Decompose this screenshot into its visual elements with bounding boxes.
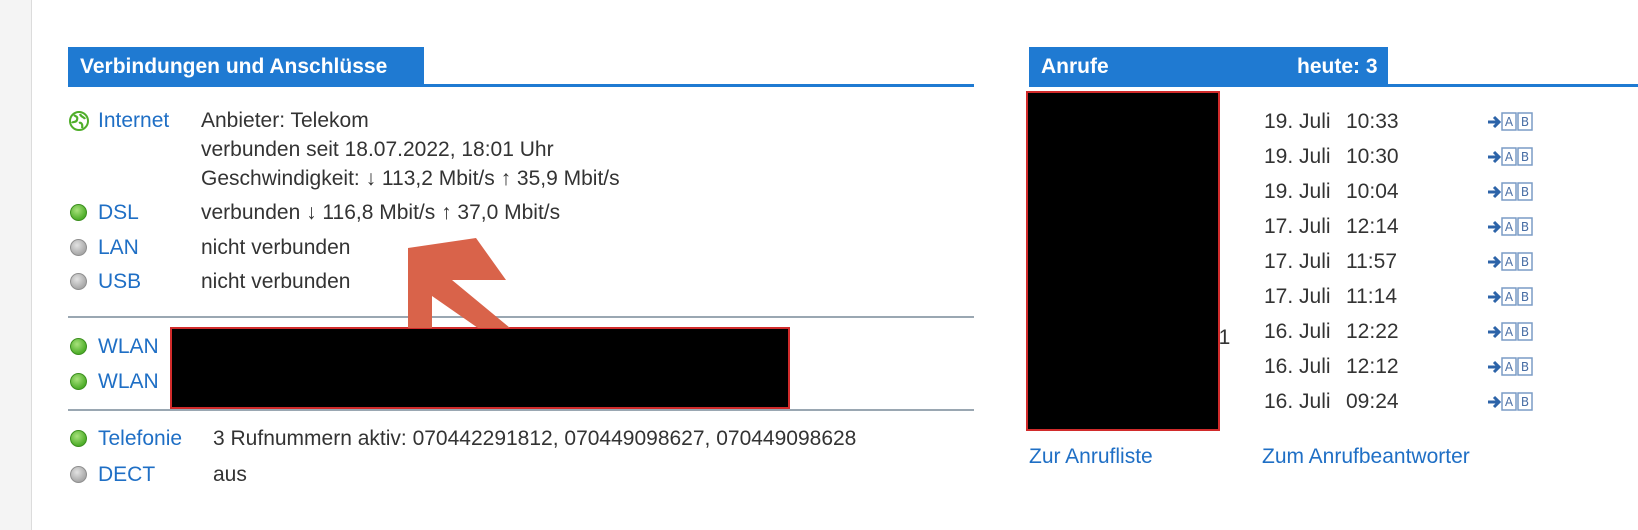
answering-machine-icon[interactable]: AB [1488,251,1534,273]
globe-icon [69,111,89,131]
svg-text:B: B [1521,150,1529,164]
answering-machine-icon[interactable]: AB [1488,146,1534,168]
telefonie-link[interactable]: Telefonie [98,424,182,454]
wlan-link[interactable]: WLAN [98,367,159,397]
call-time: 11:14 [1346,285,1397,308]
svg-text:A: A [1505,290,1514,304]
redaction-box [1026,91,1220,431]
calls-today-count: heute: 3 [1297,55,1378,78]
status-green-icon [70,204,87,221]
internet-provider: Anbieter: Telekom [201,109,369,132]
status-green-icon [70,338,87,355]
connections-header: Verbindungen und Anschlüsse [68,47,424,87]
call-time: 12:14 [1346,215,1399,238]
svg-text:B: B [1521,360,1529,374]
svg-text:A: A [1505,395,1514,409]
call-date: 19. Juli [1264,110,1331,133]
svg-text:B: B [1521,185,1529,199]
call-time: 12:22 [1346,320,1399,343]
svg-text:A: A [1505,360,1514,374]
lan-status: nicht verbunden [201,236,351,259]
svg-text:A: A [1505,325,1514,339]
answering-machine-icon[interactable]: AB [1488,286,1534,308]
redaction-box [170,327,790,409]
call-list-link[interactable]: Zur Anrufliste [1029,442,1153,472]
answering-machine-icon[interactable]: AB [1488,356,1534,378]
svg-text:B: B [1521,220,1529,234]
annotation-arrow-icon [408,238,510,328]
call-date: 19. Juli [1264,180,1331,203]
call-date: 16. Juli [1264,390,1331,413]
internet-connected-since: verbunden seit 18.07.2022, 18:01 Uhr [201,138,554,161]
divider [68,409,974,411]
dect-status: aus [213,463,247,486]
calls-title: Anrufe [1041,55,1109,78]
answering-machine-icon[interactable]: AB [1488,216,1534,238]
call-time: 10:04 [1346,180,1399,203]
call-date: 17. Juli [1264,250,1331,273]
call-time: 10:30 [1346,145,1399,168]
left-rail [0,0,32,530]
call-date: 17. Juli [1264,285,1331,308]
call-date: 16. Juli [1264,320,1331,343]
svg-text:A: A [1505,220,1514,234]
status-green-icon [70,373,87,390]
wlan-link[interactable]: WLAN [98,332,159,362]
svg-text:B: B [1521,325,1529,339]
status-grey-icon [70,239,87,256]
usb-link[interactable]: USB [98,267,141,297]
internet-speed: Geschwindigkeit: ↓ 113,2 Mbit/s ↑ 35,9 M… [201,167,620,190]
status-green-icon [70,430,87,447]
call-date: 16. Juli [1264,355,1331,378]
call-date: 19. Juli [1264,145,1331,168]
answering-machine-icon[interactable]: AB [1488,181,1534,203]
dect-link[interactable]: DECT [98,460,155,490]
connections-title: Verbindungen und Anschlüsse [80,55,388,78]
svg-text:B: B [1521,255,1529,269]
svg-text:B: B [1521,115,1529,129]
connections-header-line [68,84,974,87]
internet-link[interactable]: Internet [98,106,169,136]
calls-header-line [1029,84,1638,87]
call-time: 11:57 [1346,250,1397,273]
call-time: 09:24 [1346,390,1399,413]
call-time: 10:33 [1346,110,1399,133]
dsl-status: verbunden ↓ 116,8 Mbit/s ↑ 37,0 Mbit/s [201,201,561,224]
lan-link[interactable]: LAN [98,233,139,263]
svg-text:A: A [1505,255,1514,269]
answering-machine-icon[interactable]: AB [1488,111,1534,133]
status-grey-icon [70,466,87,483]
telefonie-status: 3 Rufnummern aktiv: 070442291812, 070449… [213,427,857,450]
call-time: 12:12 [1346,355,1399,378]
svg-text:B: B [1521,290,1529,304]
calls-header: Anrufe heute: 3 [1029,47,1388,87]
usb-status: nicht verbunden [201,270,351,293]
call-date: 17. Juli [1264,215,1331,238]
internet-row: Internet Anbieter: Telekom [68,106,974,136]
divider [68,316,974,318]
svg-text:A: A [1505,150,1514,164]
status-grey-icon [70,273,87,290]
svg-text:A: A [1505,115,1514,129]
answering-machine-icon[interactable]: AB [1488,321,1534,343]
answering-machine-icon[interactable]: AB [1488,391,1534,413]
svg-text:B: B [1521,395,1529,409]
answering-machine-link[interactable]: Zum Anrufbeantworter [1262,442,1470,472]
svg-text:A: A [1505,185,1514,199]
dsl-link[interactable]: DSL [98,198,139,228]
